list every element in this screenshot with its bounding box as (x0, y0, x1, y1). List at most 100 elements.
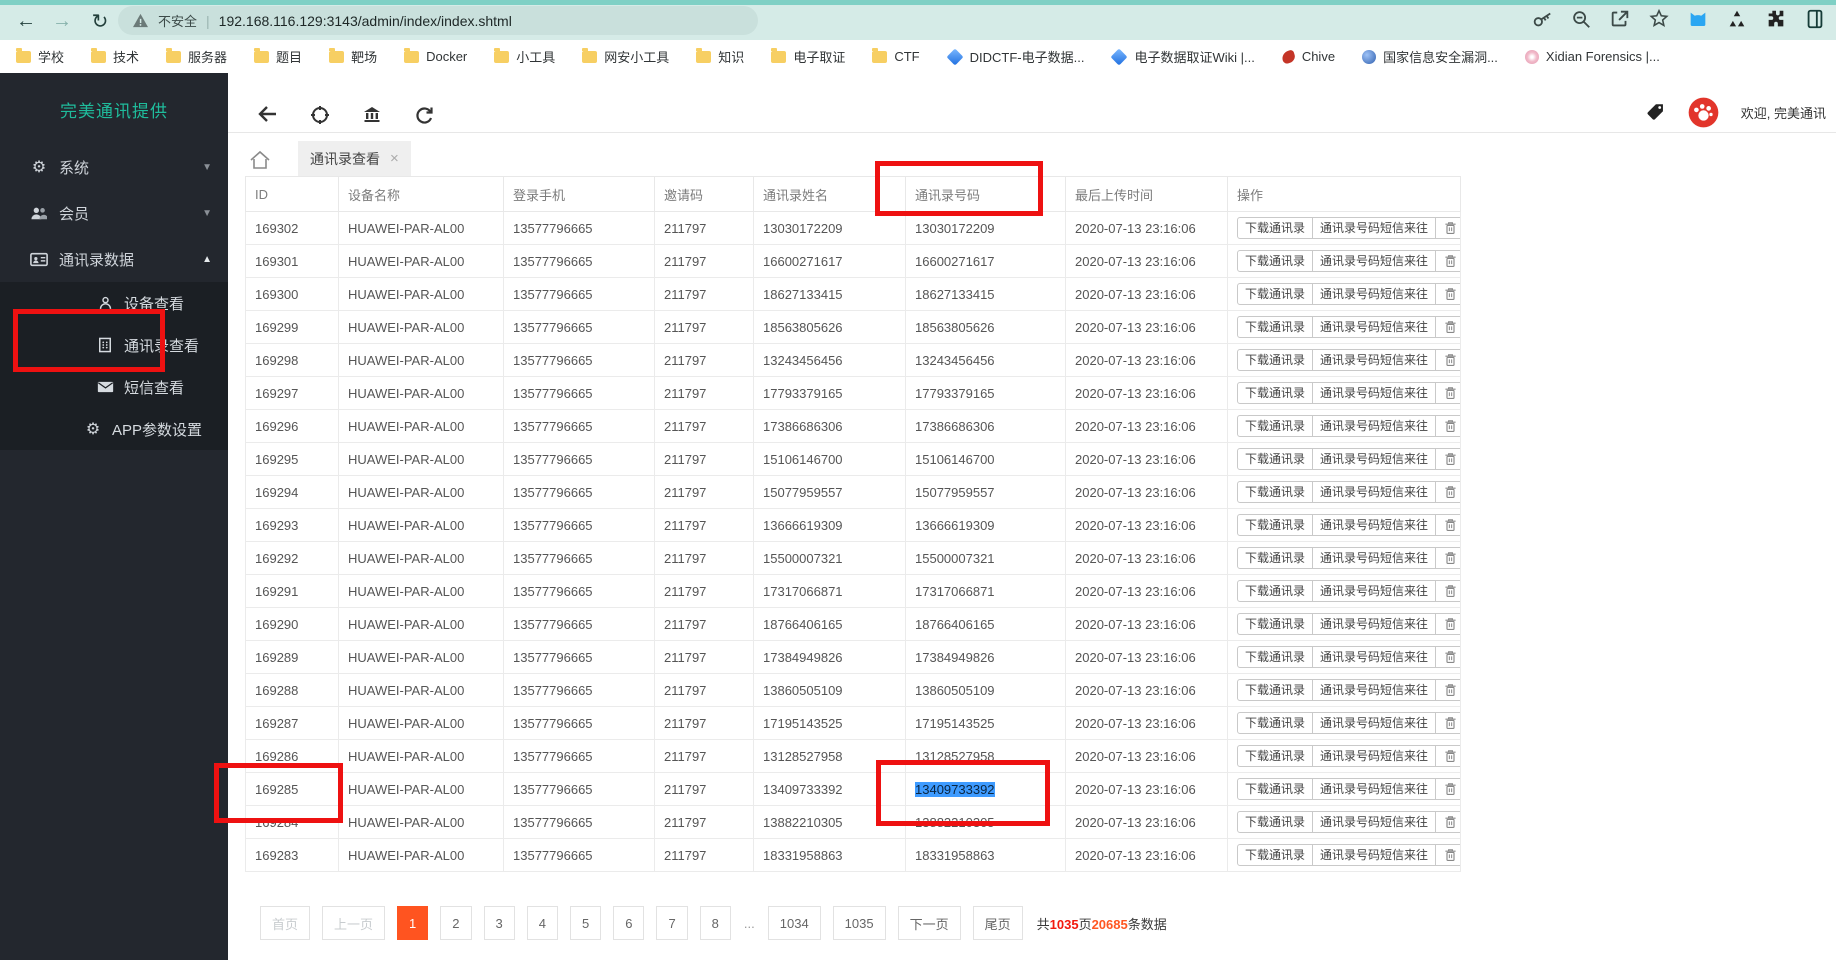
sms-history-button[interactable]: 通讯录号码短信来往 (1313, 548, 1437, 568)
page-button[interactable]: 1034 (767, 906, 821, 940)
delete-button[interactable] (1436, 251, 1459, 271)
security-label[interactable]: 不安全 (158, 11, 197, 30)
close-icon[interactable]: × (390, 150, 399, 167)
bookmark-item[interactable]: Xidian Forensics |... (1524, 49, 1660, 64)
tab-contacts-view[interactable]: 通讯录查看 × (298, 141, 411, 176)
delete-button[interactable] (1436, 845, 1459, 865)
page-button[interactable]: 下一页 (897, 906, 961, 940)
sms-history-button[interactable]: 通讯录号码短信来往 (1313, 350, 1437, 370)
bookmark-item[interactable]: 学校 (16, 47, 64, 66)
download-contacts-button[interactable]: 下载通讯录 (1238, 680, 1314, 700)
sms-history-button[interactable]: 通讯录号码短信来往 (1313, 581, 1437, 601)
page-button[interactable]: 3 (483, 906, 515, 940)
bookmark-item[interactable]: CTF (872, 47, 920, 64)
page-button[interactable]: 尾页 (972, 906, 1023, 940)
forward-button[interactable]: → (48, 7, 76, 35)
sidebar-item-device-view[interactable]: 设备查看 (0, 282, 228, 324)
download-contacts-button[interactable]: 下载通讯录 (1238, 383, 1314, 403)
delete-button[interactable] (1436, 284, 1459, 304)
sms-history-button[interactable]: 通讯录号码短信来往 (1313, 284, 1437, 304)
page-button[interactable]: 7 (656, 906, 688, 940)
sms-history-button[interactable]: 通讯录号码短信来往 (1313, 779, 1437, 799)
delete-button[interactable] (1436, 680, 1459, 700)
download-contacts-button[interactable]: 下载通讯录 (1238, 581, 1314, 601)
download-contacts-button[interactable]: 下载通讯录 (1238, 515, 1314, 535)
delete-button[interactable] (1436, 647, 1459, 667)
sms-history-button[interactable]: 通讯录号码短信来往 (1313, 251, 1437, 271)
download-contacts-button[interactable]: 下载通讯录 (1238, 284, 1314, 304)
page-button[interactable]: 上一页 (322, 906, 386, 940)
arrow-left-icon[interactable] (258, 105, 278, 123)
bookmark-item[interactable]: 靶场 (329, 47, 377, 66)
download-contacts-button[interactable]: 下载通讯录 (1238, 449, 1314, 469)
bookmark-star-icon[interactable] (1648, 8, 1670, 30)
delete-button[interactable] (1436, 713, 1459, 733)
sms-history-button[interactable]: 通讯录号码短信来往 (1313, 218, 1437, 238)
bookmark-item[interactable]: 知识 (696, 47, 744, 66)
bookmark-item[interactable]: 服务器 (166, 47, 227, 66)
page-button[interactable]: 2 (440, 906, 472, 940)
download-contacts-button[interactable]: 下载通讯录 (1238, 251, 1314, 271)
download-contacts-button[interactable]: 下载通讯录 (1238, 218, 1314, 238)
page-button[interactable]: 8 (699, 906, 731, 940)
bookmark-item[interactable]: 题目 (254, 47, 302, 66)
delete-button[interactable] (1436, 548, 1459, 568)
delete-button[interactable] (1436, 218, 1459, 238)
download-contacts-button[interactable]: 下载通讯录 (1238, 746, 1314, 766)
sms-history-button[interactable]: 通讯录号码短信来往 (1313, 746, 1437, 766)
zoom-icon[interactable] (1570, 8, 1592, 30)
delete-button[interactable] (1436, 350, 1459, 370)
page-button[interactable]: 5 (569, 906, 602, 940)
sms-history-button[interactable]: 通讯录号码短信来往 (1313, 515, 1437, 535)
download-contacts-button[interactable]: 下载通讯录 (1238, 845, 1314, 865)
delete-button[interactable] (1436, 383, 1459, 403)
delete-button[interactable] (1436, 416, 1459, 436)
bookmark-item[interactable]: 网安小工具 (582, 47, 669, 66)
page-button[interactable]: 4 (526, 906, 558, 940)
extensions-puzzle-icon[interactable] (1765, 8, 1787, 30)
delete-button[interactable] (1436, 812, 1459, 832)
recycle-extension-icon[interactable] (1726, 8, 1748, 30)
sms-history-button[interactable]: 通讯录号码短信来往 (1313, 680, 1437, 700)
bookmark-item[interactable]: Docker (404, 47, 467, 64)
page-button[interactable]: 1035 (832, 906, 886, 940)
bookmark-item[interactable]: 国家信息安全漏洞... (1362, 47, 1498, 66)
download-contacts-button[interactable]: 下载通讯录 (1238, 416, 1314, 436)
bookmark-item[interactable]: 小工具 (494, 47, 555, 66)
profile-icon[interactable] (1804, 8, 1826, 30)
sms-history-button[interactable]: 通讯录号码短信来往 (1313, 449, 1437, 469)
share-icon[interactable] (1609, 8, 1631, 30)
delete-button[interactable] (1436, 482, 1459, 502)
sidebar-item-contacts-view[interactable]: 通讯录查看 (0, 324, 228, 366)
sms-history-button[interactable]: 通讯录号码短信来往 (1313, 845, 1437, 865)
bookmark-item[interactable]: 电子数据取证Wiki |... (1110, 47, 1255, 66)
download-contacts-button[interactable]: 下载通讯录 (1238, 779, 1314, 799)
page-button[interactable]: 首页 (260, 906, 311, 940)
delete-button[interactable] (1436, 614, 1459, 634)
download-contacts-button[interactable]: 下载通讯录 (1238, 614, 1314, 634)
url-text[interactable]: 192.168.116.129:3143/admin/index/index.s… (219, 13, 512, 29)
sms-history-button[interactable]: 通讯录号码短信来往 (1313, 482, 1437, 502)
cat-extension-icon[interactable] (1687, 8, 1709, 30)
sidebar-item-members[interactable]: 会员 ▼ (0, 190, 228, 236)
delete-button[interactable] (1436, 779, 1459, 799)
bookmark-item[interactable]: Chive (1280, 48, 1335, 65)
download-contacts-button[interactable]: 下载通讯录 (1238, 482, 1314, 502)
page-button[interactable]: 6 (613, 906, 645, 940)
bookmark-item[interactable]: 电子取证 (771, 47, 845, 66)
sidebar-item-app-settings[interactable]: ⚙ APP参数设置 (0, 408, 228, 450)
delete-button[interactable] (1436, 449, 1459, 469)
sms-history-button[interactable]: 通讯录号码短信来往 (1313, 383, 1437, 403)
bookmark-item[interactable]: 技术 (91, 47, 139, 66)
delete-button[interactable] (1436, 746, 1459, 766)
download-contacts-button[interactable]: 下载通讯录 (1238, 317, 1314, 337)
reload-button[interactable]: ↻ (86, 7, 114, 35)
delete-button[interactable] (1436, 317, 1459, 337)
delete-button[interactable] (1436, 515, 1459, 535)
sidebar-item-system[interactable]: ⚙ 系统 ▼ (0, 144, 228, 190)
page-button[interactable]: ... (742, 906, 756, 940)
sidebar-item-contacts-data[interactable]: 通讯录数据 ▲ (0, 236, 228, 282)
sidebar-item-sms-view[interactable]: 短信查看 (0, 366, 228, 408)
download-contacts-button[interactable]: 下载通讯录 (1238, 548, 1314, 568)
crosshair-icon[interactable] (310, 105, 330, 125)
